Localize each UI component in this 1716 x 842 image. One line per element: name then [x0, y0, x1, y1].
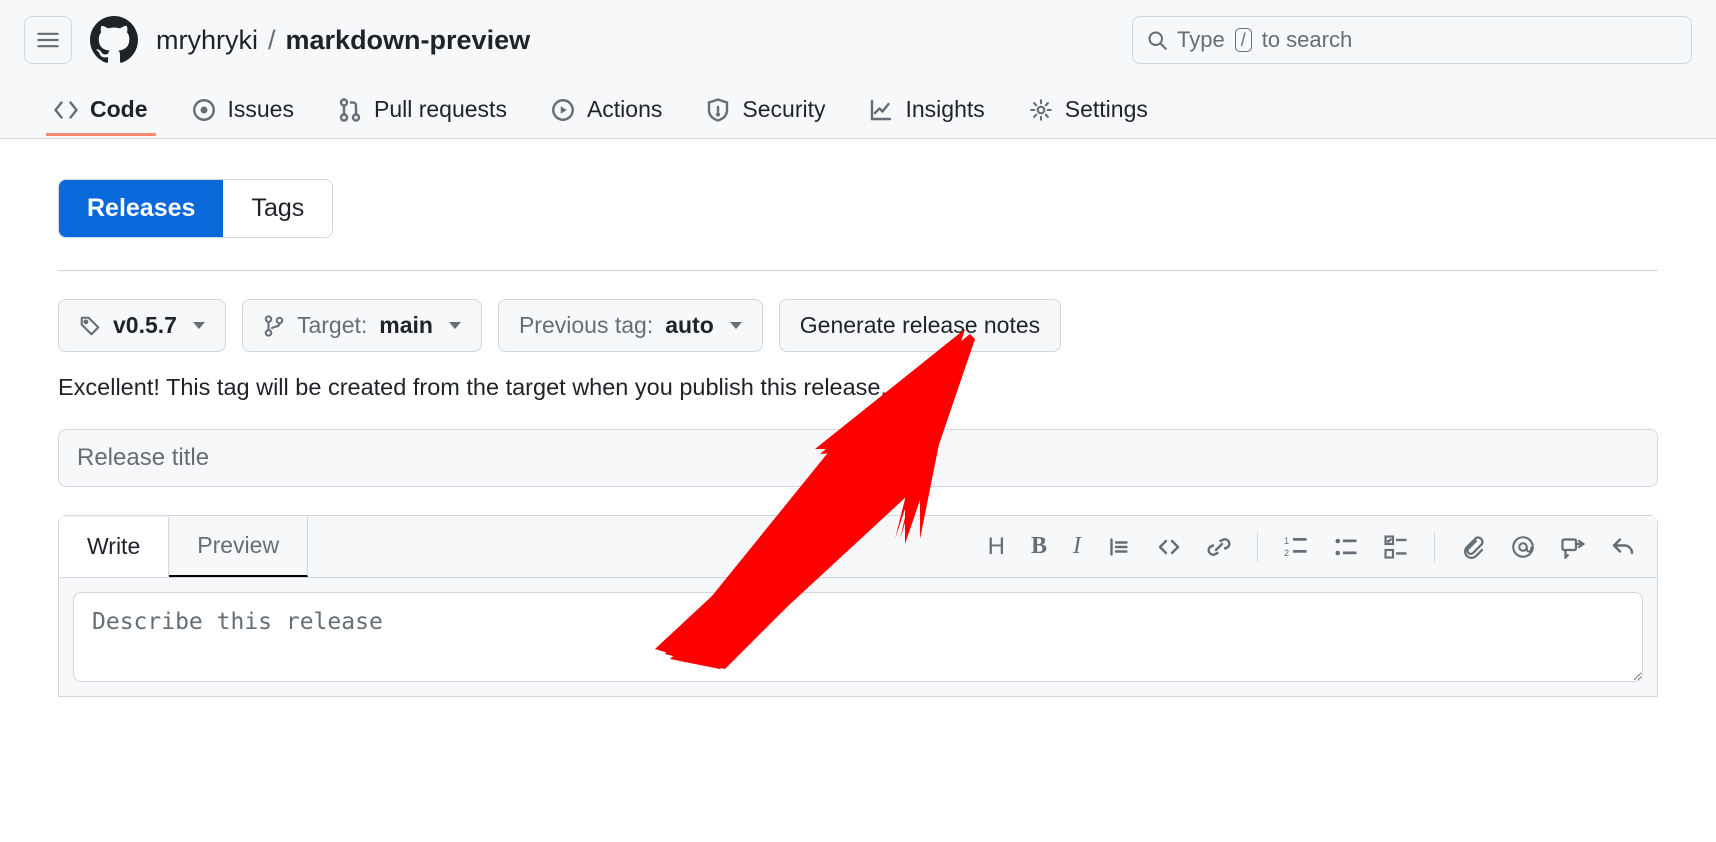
nav-insights[interactable]: Insights	[851, 84, 1002, 138]
release-title-input[interactable]	[58, 429, 1658, 487]
breadcrumb-separator: /	[268, 25, 276, 56]
search-placeholder-prefix: Type	[1177, 27, 1225, 53]
insights-icon	[869, 98, 893, 122]
generate-release-notes-button[interactable]: Generate release notes	[779, 299, 1061, 352]
editor-tabs: Write Preview H B I 12	[59, 516, 1657, 578]
repo-nav: Code Issues Pull requests Actions Securi…	[24, 84, 1692, 138]
nav-security-label: Security	[742, 96, 825, 123]
nav-issues-label: Issues	[228, 96, 294, 123]
tab-tags[interactable]: Tags	[223, 180, 332, 237]
breadcrumb-owner[interactable]: mryhryki	[156, 25, 258, 56]
gear-icon	[1029, 98, 1053, 122]
previous-tag-label: Previous tag:	[519, 312, 653, 339]
search-icon	[1147, 30, 1167, 50]
nav-settings[interactable]: Settings	[1011, 84, 1166, 138]
previous-tag-selector[interactable]: Previous tag: auto	[498, 299, 763, 352]
divider	[58, 270, 1658, 271]
search-shortcut-key: /	[1235, 28, 1252, 52]
top-bar-row: mryhryki / markdown-preview Type / to se…	[24, 16, 1692, 84]
security-icon	[706, 98, 730, 122]
svg-text:2: 2	[1284, 548, 1289, 558]
unordered-list-icon[interactable]	[1334, 535, 1358, 559]
nav-pulls-label: Pull requests	[374, 96, 507, 123]
code-icon[interactable]	[1157, 535, 1181, 559]
hamburger-menu-button[interactable]	[24, 16, 72, 64]
nav-issues[interactable]: Issues	[174, 84, 312, 138]
nav-settings-label: Settings	[1065, 96, 1148, 123]
tab-releases[interactable]: Releases	[59, 180, 223, 237]
release-description-textarea[interactable]	[73, 592, 1643, 682]
description-editor: Write Preview H B I 12	[58, 515, 1658, 697]
search-placeholder-suffix: to search	[1262, 27, 1353, 53]
release-controls-row: v0.5.7 Target: main Previous tag: auto G…	[58, 299, 1658, 352]
mention-icon[interactable]	[1511, 535, 1535, 559]
target-label: Target:	[297, 312, 367, 339]
toolbar-separator	[1434, 532, 1435, 562]
actions-icon	[551, 98, 575, 122]
generate-label: Generate release notes	[800, 312, 1040, 339]
search-input[interactable]: Type / to search	[1132, 16, 1692, 64]
branch-icon	[263, 315, 285, 337]
nav-actions-label: Actions	[587, 96, 662, 123]
nav-insights-label: Insights	[905, 96, 984, 123]
top-bar: mryhryki / markdown-preview Type / to se…	[0, 0, 1716, 139]
content: Releases Tags v0.5.7 Target: main Previo…	[0, 139, 1716, 737]
tag-hint-text: Excellent! This tag will be created from…	[58, 374, 1658, 401]
cross-reference-icon[interactable]	[1561, 535, 1585, 559]
previous-tag-value: auto	[665, 312, 714, 339]
nav-pull-requests[interactable]: Pull requests	[320, 84, 525, 138]
quote-icon[interactable]	[1107, 535, 1131, 559]
bold-icon[interactable]: B	[1031, 533, 1047, 560]
tag-value: v0.5.7	[113, 312, 177, 339]
releases-tags-switch: Releases Tags	[58, 179, 333, 238]
attach-icon[interactable]	[1461, 535, 1485, 559]
tag-selector[interactable]: v0.5.7	[58, 299, 226, 352]
nav-security[interactable]: Security	[688, 84, 843, 138]
nav-code[interactable]: Code	[36, 84, 166, 138]
hamburger-icon	[37, 29, 59, 51]
target-value: main	[379, 312, 433, 339]
issues-icon	[192, 98, 216, 122]
editor-tab-preview[interactable]: Preview	[169, 516, 308, 577]
editor-toolbar: H B I 12	[988, 532, 1657, 562]
nav-code-label: Code	[90, 96, 148, 123]
caret-down-icon	[449, 322, 461, 329]
github-logo-icon[interactable]	[90, 16, 138, 64]
toolbar-separator	[1257, 532, 1258, 562]
link-icon[interactable]	[1207, 535, 1231, 559]
ordered-list-icon[interactable]: 12	[1284, 535, 1308, 559]
target-selector[interactable]: Target: main	[242, 299, 482, 352]
heading-icon[interactable]: H	[988, 533, 1005, 561]
tag-icon	[79, 315, 101, 337]
task-list-icon[interactable]	[1384, 535, 1408, 559]
nav-actions[interactable]: Actions	[533, 84, 680, 138]
editor-tab-write[interactable]: Write	[59, 517, 169, 577]
pull-request-icon	[338, 98, 362, 122]
caret-down-icon	[193, 322, 205, 329]
reply-icon[interactable]	[1611, 535, 1635, 559]
svg-text:1: 1	[1284, 536, 1289, 546]
breadcrumb: mryhryki / markdown-preview	[156, 25, 530, 56]
italic-icon[interactable]: I	[1073, 533, 1081, 560]
code-icon	[54, 98, 78, 122]
caret-down-icon	[730, 322, 742, 329]
breadcrumb-repo[interactable]: markdown-preview	[286, 25, 531, 56]
